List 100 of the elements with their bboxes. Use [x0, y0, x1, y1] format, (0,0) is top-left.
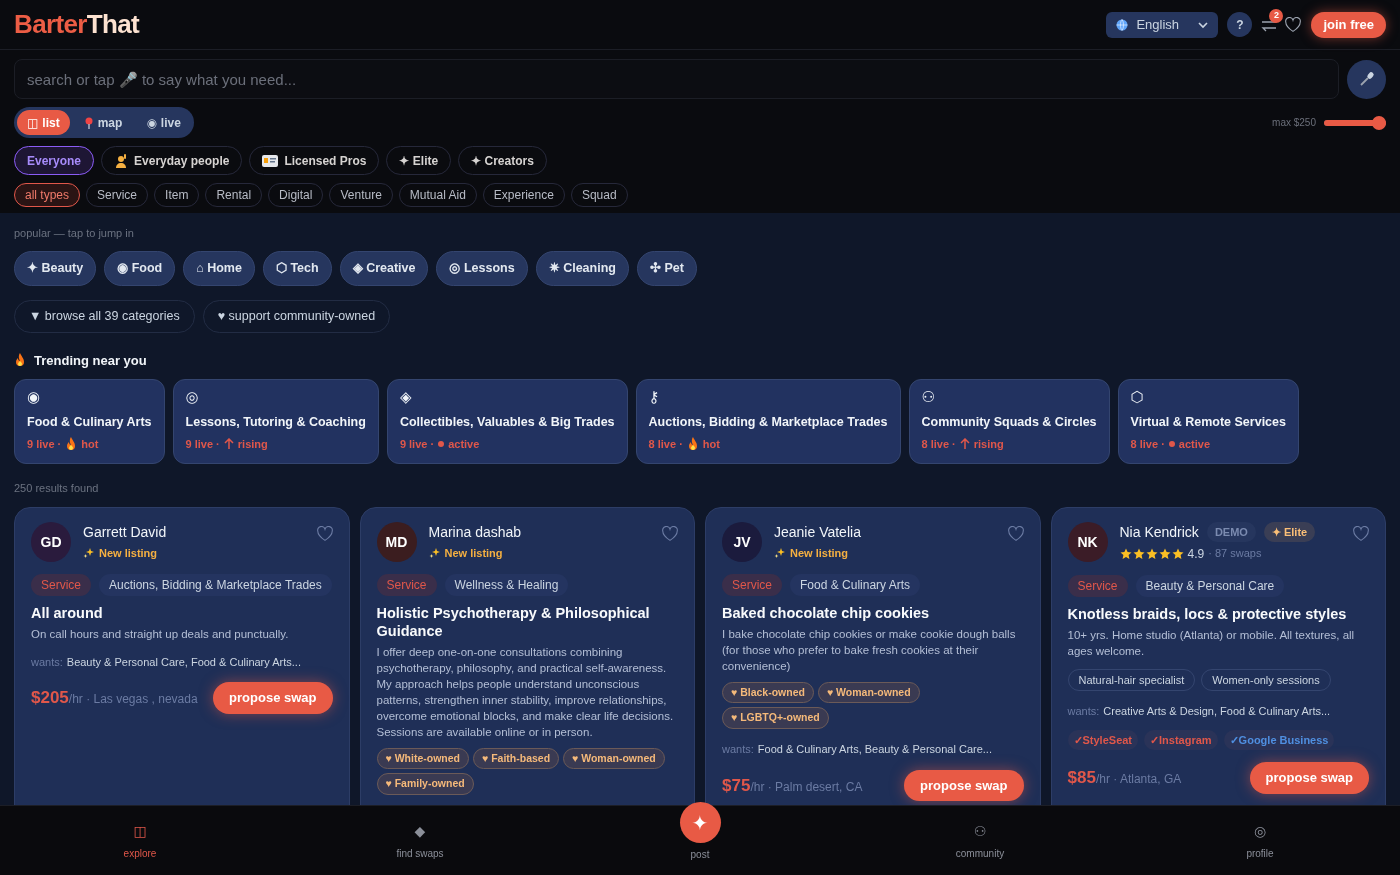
view-tab[interactable]: map: [73, 110, 133, 135]
nav-tab[interactable]: ◆ find swaps: [280, 806, 560, 875]
new-listing-label: New listing: [99, 545, 158, 561]
trending-title: Virtual & Remote Services: [1130, 414, 1286, 432]
trending-card[interactable]: ◉ Food & Culinary Arts 9 live · hot: [14, 379, 165, 464]
help-button[interactable]: ?: [1227, 12, 1253, 37]
logo[interactable]: BarterThat: [14, 5, 139, 44]
category-icon: ⚇: [921, 390, 1097, 406]
favorite-icon[interactable]: [1007, 525, 1024, 542]
nav-tab[interactable]: ◫ explore: [0, 806, 280, 875]
category-tag: Food & Culinary Arts: [790, 573, 921, 596]
favorite-icon[interactable]: [316, 525, 333, 542]
star-icon: [1171, 547, 1184, 560]
avatar: JV: [722, 521, 762, 562]
price: $85: [1067, 767, 1096, 789]
live-count: 8 live ·: [648, 437, 683, 453]
verified-tag: ✓StyleSeat: [1067, 729, 1139, 750]
wants-text: Food & Culinary Arts, Beauty & Personal Care...: [757, 742, 992, 757]
id-card-icon: [262, 154, 279, 167]
ownership-tag: ♥ LGBTQ+-owned: [722, 707, 829, 729]
favorites-icon[interactable]: [1285, 16, 1302, 33]
post-button[interactable]: ✦ post: [560, 804, 840, 875]
user-name: Garrett David: [83, 522, 167, 542]
propose-swap-button[interactable]: propose swap: [1249, 762, 1369, 794]
propose-swap-button[interactable]: propose swap: [904, 769, 1024, 801]
user-name: Marina dashab: [428, 522, 522, 542]
category-chip[interactable]: ◈ Creative: [339, 250, 429, 286]
ownership-tag: ♥ Black-owned: [722, 681, 814, 704]
price-slider[interactable]: [1324, 115, 1386, 130]
nav-tab[interactable]: ⚇ community: [840, 806, 1120, 875]
category-chip[interactable]: ◉ Food: [104, 250, 176, 286]
type-tag: Service: [376, 573, 437, 596]
verified-tag: ✓Google Business: [1223, 729, 1335, 750]
ownership-tag: ♥ Family-owned: [376, 773, 474, 795]
category-chip[interactable]: ✦ Beauty: [14, 250, 97, 286]
nav-tab[interactable]: ◎ profile: [1120, 806, 1400, 875]
trend-label: hot: [81, 437, 99, 453]
trending-title: Auctions, Bidding & Marketplace Trades: [648, 414, 888, 432]
slider-thumb[interactable]: [1372, 115, 1386, 130]
price-details: /hr · Atlanta, GA: [1095, 772, 1182, 788]
live-count: 9 live ·: [185, 437, 220, 453]
join-button[interactable]: join free: [1311, 11, 1386, 38]
search-field[interactable]: search or tap 🎤 to say what you need...: [14, 59, 1339, 99]
trending-card[interactable]: ⬡ Virtual & Remote Services 8 live · active: [1117, 379, 1299, 464]
category-icon: ⚷: [648, 390, 888, 406]
favorite-icon[interactable]: [1353, 525, 1369, 542]
category-chip[interactable]: ✣ Pet: [636, 250, 697, 286]
view-tab[interactable]: ◉ live: [136, 110, 191, 135]
favorite-icon[interactable]: [662, 525, 678, 542]
type-tag: Service: [1067, 574, 1128, 597]
results-count: 250 results found: [14, 481, 100, 496]
person-icon: [114, 153, 129, 168]
flame-icon: [14, 353, 26, 368]
wants-label: wants:: [1067, 704, 1100, 719]
trending-card[interactable]: ⚷ Auctions, Bidding & Marketplace Trades 8 live · hot: [635, 379, 901, 464]
wants-text: Beauty & Personal Care, Food & Culinary Arts...: [66, 654, 301, 670]
trending-card[interactable]: ◎ Lessons, Tutoring & Coaching 9 live · rising: [172, 379, 379, 464]
listing-title: Knotless braids, locs & protective styles: [1067, 604, 1348, 623]
avatar: GD: [31, 521, 71, 562]
flame-icon: [686, 437, 699, 452]
category-chip[interactable]: ⬡ Tech: [262, 250, 332, 286]
type-chip[interactable]: all types: [14, 183, 81, 207]
trending-title: Collectibles, Valuables & Big Trades: [399, 414, 615, 432]
view-tab[interactable]: ◫ list: [17, 110, 70, 135]
category-chip[interactable]: ◎ Lessons: [436, 250, 528, 286]
propose-swap-button[interactable]: propose swap: [213, 682, 333, 714]
category-tag: Beauty & Personal Care: [1135, 574, 1285, 597]
trending-title: Food & Culinary Arts: [27, 414, 152, 432]
ownership-tag: ♥ Woman-owned: [817, 681, 920, 704]
category-chip[interactable]: ⌂ Home: [183, 250, 255, 286]
wants-label: wants:: [31, 654, 63, 670]
trend-label: rising: [973, 437, 1004, 453]
trending-card[interactable]: ⚇ Community Squads & Circles 8 live · rising: [908, 379, 1110, 464]
sparkles-icon: [428, 546, 441, 559]
up-arrow-icon: [959, 438, 970, 451]
category-icon: ⬡: [1130, 390, 1286, 406]
category-chip[interactable]: ✷ Cleaning: [535, 250, 629, 286]
wants-text: Creative Arts & Design, Food & Culinary Arts...: [1103, 704, 1331, 719]
microphone-icon: [1358, 71, 1375, 87]
category-icon: ◎: [185, 390, 366, 406]
wants-label: wants:: [722, 742, 754, 757]
new-listing-label: New listing: [790, 545, 849, 561]
up-arrow-icon: [223, 438, 234, 451]
star-icon: [1119, 547, 1132, 560]
category-icon: ◉: [27, 390, 152, 406]
category-tag: Wellness & Healing: [444, 573, 569, 596]
microphone-button[interactable]: [1347, 59, 1386, 99]
flame-icon: [65, 437, 78, 452]
category-tag: Auctions, Bidding & Marketplace Trades: [99, 573, 332, 596]
language-select[interactable]: English: [1106, 11, 1219, 38]
trending-card[interactable]: ◈ Collectibles, Valuables & Big Trades 9 live · active: [386, 379, 628, 464]
listing-description: On call hours and straight up deals and punctually.: [31, 626, 290, 642]
type-tag: Service: [722, 573, 782, 596]
trending-title: Community Squads & Circles: [921, 414, 1097, 432]
category-icon: ◈: [399, 390, 615, 406]
live-count: 8 live ·: [921, 437, 956, 453]
rating-value: 4.9: [1187, 545, 1205, 563]
user-name: Nia Kendrick: [1119, 522, 1199, 542]
audience-chip[interactable]: Everyone: [14, 146, 95, 175]
trend-label: active: [448, 437, 480, 453]
